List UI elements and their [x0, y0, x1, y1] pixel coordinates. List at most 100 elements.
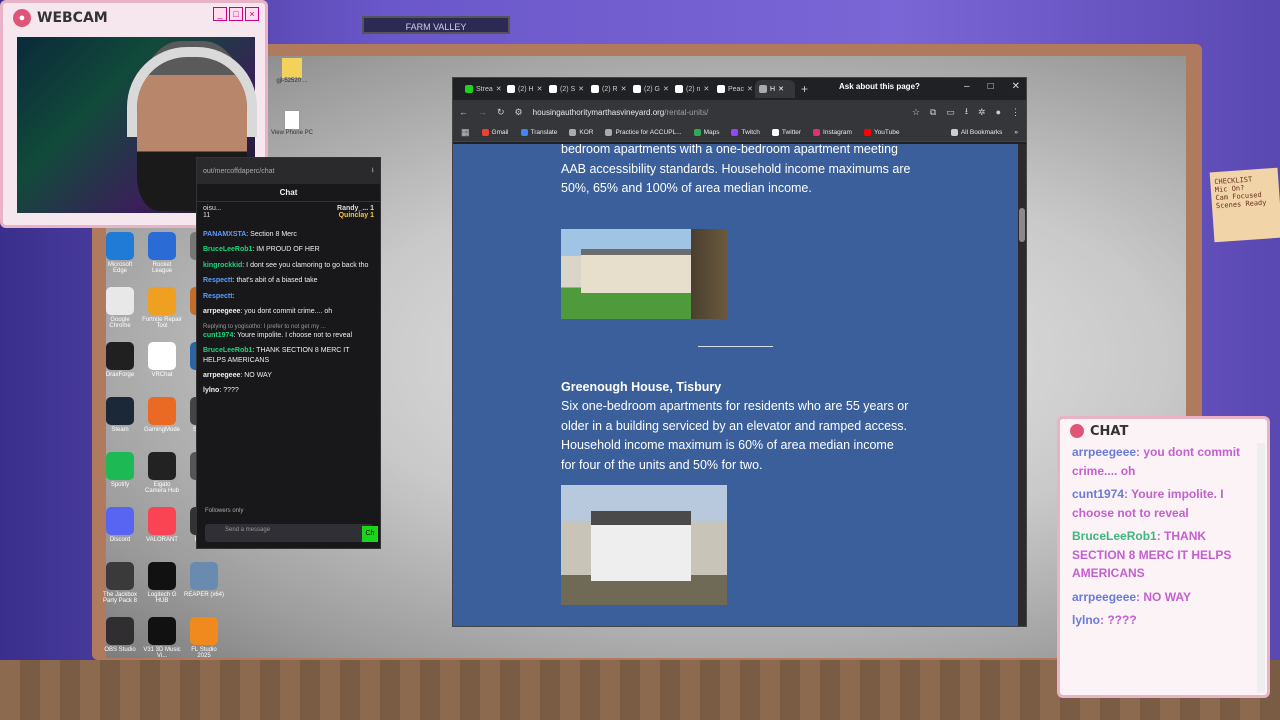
chat-username[interactable]: Respectt — [203, 277, 233, 284]
chat-username[interactable]: lylno — [203, 387, 219, 394]
chat-text: : Youre impolite. I choose not to reveal — [233, 331, 353, 339]
desktop-app-icon[interactable]: REAPER (x64) — [184, 562, 224, 598]
desktop-app-icon[interactable]: Fortnite Repair Tool — [142, 287, 182, 329]
chat-username[interactable]: PANAMXSTA — [203, 231, 246, 238]
desktop-app-icon[interactable]: Rocket League — [142, 232, 182, 274]
star-icon[interactable]: ☆ — [912, 107, 920, 118]
back-icon[interactable]: ← — [459, 107, 468, 117]
chat-username[interactable]: arrpeegeee — [203, 308, 240, 315]
bookmark-item[interactable]: Translate — [520, 129, 557, 136]
desktop-app-icon[interactable]: VRChat — [142, 342, 182, 378]
app-icon — [148, 507, 176, 535]
chat-message: Replying to yogisotho: I prefer to not g… — [203, 323, 374, 341]
bookmark-item[interactable]: Gmail — [481, 129, 509, 136]
desktop-app-icon[interactable]: Spotify — [100, 452, 140, 488]
desktop-app-icon[interactable]: Google Chrome — [100, 287, 140, 329]
chat-message-list: PANAMXSTA: Section 8 Merc BruceLeeRob1: I… — [197, 222, 380, 404]
bookmark-item[interactable]: KOR — [569, 129, 593, 136]
browser-tab[interactable]: Peac ✕ — [713, 80, 753, 98]
bookmark-item[interactable]: Maps — [693, 129, 719, 136]
tab-label: H — [770, 85, 776, 93]
browser-tab[interactable]: Strea ✕ — [461, 80, 501, 98]
stream-chat-text: : NO WAY — [1136, 589, 1191, 604]
download-icon[interactable]: ⭳ — [372, 166, 374, 177]
chat-username[interactable]: cunt1974 — [203, 332, 233, 339]
desktop-file[interactable]: View Phone PC — [270, 110, 314, 136]
address-bar[interactable]: housingauthoritymarthasvineyard.org/rent… — [533, 108, 902, 117]
tab-close-icon[interactable]: ✕ — [778, 85, 784, 93]
page-content: bedroom apartments with a one-bedroom ap… — [453, 144, 1019, 626]
new-tab-button[interactable]: + — [801, 82, 808, 96]
listing-description: bedroom apartments with a one-bedroom ap… — [561, 144, 911, 195]
browser-tab[interactable]: (2) S ✕ — [545, 80, 585, 98]
chat-send-button[interactable]: Ch — [362, 526, 378, 542]
desktop-app-icon[interactable]: V31 3D Music Vi... — [142, 617, 182, 659]
desktop-app-icon[interactable]: The Jackbox Party Pack 8 — [100, 562, 140, 604]
app-label: Fortnite Repair Tool — [142, 317, 182, 329]
desktop-app-icon[interactable]: Elgato Camera Hub — [142, 452, 182, 494]
desktop-app-icon[interactable]: OBS Studio — [100, 617, 140, 653]
desktop-file[interactable]: gjl-52520 ... — [270, 58, 314, 84]
browser-tab[interactable]: (2) n ✕ — [671, 80, 711, 98]
stream-chat-scrollbar — [1257, 443, 1265, 693]
bookmark-icon — [731, 129, 739, 136]
tab-close-icon[interactable]: ✕ — [578, 85, 584, 93]
forward-icon[interactable]: → — [478, 107, 487, 117]
menu-icon[interactable]: ⋮ — [1011, 107, 1020, 118]
tab-close-icon[interactable]: ✕ — [663, 85, 669, 93]
app-label: OBS Studio — [104, 647, 136, 653]
puzzle-icon[interactable]: ✲ — [978, 107, 986, 118]
tab-close-icon[interactable]: ✕ — [496, 85, 501, 93]
tab-close-icon[interactable]: ✕ — [747, 85, 753, 93]
bookmark-icon — [863, 129, 871, 136]
profile-icon[interactable]: ● — [996, 107, 1001, 117]
bookmark-item[interactable]: Instagram — [813, 129, 852, 136]
tab-close-icon[interactable]: ✕ — [537, 85, 543, 93]
apps-icon[interactable]: ▦ — [461, 127, 470, 138]
desktop-app-icon[interactable]: GamingMode — [142, 397, 182, 433]
desktop-app-icon[interactable]: DraxForge — [100, 342, 140, 378]
app-icon — [106, 562, 134, 590]
app-label: Discord — [109, 537, 131, 543]
chat-username[interactable]: kingrockkid — [203, 262, 242, 269]
bookmark-item[interactable]: Practice for ACCUPL... — [605, 129, 682, 136]
desktop-app-icon[interactable]: VALORANT — [142, 507, 182, 543]
chat-username[interactable]: Respectt — [203, 293, 233, 300]
site-info-icon[interactable]: ⚙ — [515, 107, 523, 118]
bookmark-item[interactable]: All Bookmarks — [950, 129, 1002, 136]
desktop-app-icon[interactable]: Microsoft Edge — [100, 232, 140, 274]
leaderboard-partial: oisu... — [203, 205, 222, 212]
cast-icon[interactable]: ▭ — [946, 107, 955, 118]
page-scrollbar[interactable] — [1018, 144, 1026, 626]
bookmark-label: Instagram — [823, 129, 852, 136]
desktop-app-icon[interactable]: Steam — [100, 397, 140, 433]
ask-about-page-button[interactable]: Ask about this page? — [839, 82, 920, 91]
chat-username[interactable]: BruceLeeRob1 — [203, 246, 252, 253]
minimize-button[interactable]: – — [964, 81, 970, 92]
maximize-button[interactable]: □ — [988, 81, 994, 92]
desktop-app-icon[interactable]: Discord — [100, 507, 140, 543]
app-label: V31 3D Music Vi... — [143, 647, 181, 659]
extensions-icon[interactable]: ⧉ — [930, 107, 936, 118]
browser-tab[interactable]: (2) R ✕ — [587, 80, 627, 98]
bookmark-item[interactable]: Twitter — [771, 129, 801, 136]
desktop-app-icon[interactable]: FL Studio 2025 — [184, 617, 224, 659]
browser-tab[interactable]: H ✕ — [755, 80, 795, 98]
tab-close-icon[interactable]: ✕ — [703, 85, 709, 93]
reload-icon[interactable]: ↻ — [497, 107, 505, 118]
chat-username[interactable]: BruceLeeRob1 — [203, 347, 252, 354]
bookmark-item[interactable]: YouTube — [863, 129, 900, 136]
chat-message: kingrockkid: I dont see you clamoring to… — [203, 261, 374, 270]
more-bookmarks-icon[interactable]: » — [1014, 129, 1018, 136]
desktop-app-icon[interactable]: Logitech G HUB — [142, 562, 182, 604]
tab-favicon — [507, 85, 515, 93]
download-icon[interactable]: ⭳ — [965, 104, 968, 120]
chat-url-bar[interactable]: out/mercoffdaperc/chat ⭳ — [197, 158, 380, 184]
browser-tab[interactable]: (2) H ✕ — [503, 80, 543, 98]
chat-username[interactable]: arrpeegeee — [203, 372, 240, 379]
tab-close-icon[interactable]: ✕ — [621, 85, 627, 93]
chat-input[interactable]: Send a message — [205, 524, 373, 542]
bookmark-item[interactable]: Twitch — [731, 129, 760, 136]
browser-tab[interactable]: (2) G ✕ — [629, 80, 669, 98]
close-button[interactable]: ✕ — [1012, 81, 1020, 92]
